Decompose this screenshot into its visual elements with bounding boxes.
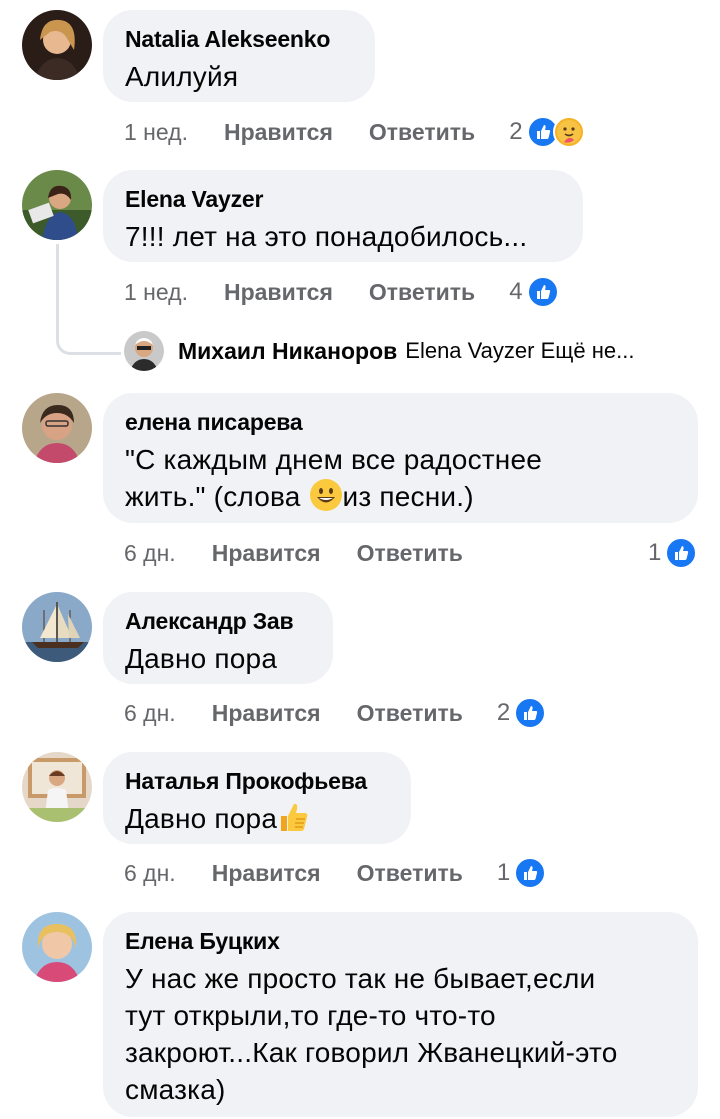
like-button[interactable]: Нравится [212, 540, 321, 567]
reaction-summary[interactable]: 1 [648, 537, 698, 569]
comment-time[interactable]: 6 дн. [124, 540, 176, 567]
reaction-group: 1 [648, 537, 698, 569]
comment-text: Алилуйя [125, 61, 239, 92]
comment-author[interactable]: елена писарева [125, 407, 676, 437]
reaction-count: 2 [496, 699, 511, 726]
reaction-summary[interactable]: 2 [496, 697, 547, 729]
avatar[interactable] [22, 592, 92, 662]
reply-button[interactable]: Ответить [369, 119, 475, 146]
comment-text-part: жить." (слова [125, 481, 309, 512]
comment-bubble: елена писарева "С каждым днем все радост… [103, 393, 698, 523]
comment-time[interactable]: 1 нед. [124, 119, 188, 146]
comment-text: 7!!! лет на это понадобилось... [125, 221, 528, 252]
grinning-emoji-icon [309, 478, 343, 512]
comment-author[interactable]: Александр Зав [125, 606, 311, 636]
avatar[interactable] [22, 10, 92, 80]
comment-actions: 6 дн. Нравится Ответить [124, 538, 463, 568]
reaction-summary[interactable]: 2 [509, 116, 585, 148]
comment-time[interactable]: 1 нед. [124, 279, 188, 306]
like-button[interactable]: Нравится [212, 860, 321, 887]
comment-bubble: Natalia Alekseenko Алилуйя [103, 10, 375, 102]
like-icon [665, 537, 698, 569]
comment-actions: 1 нед. Нравится Ответить 2 [124, 116, 585, 148]
comment-author[interactable]: Elena Vayzer [125, 184, 561, 214]
like-icon [514, 697, 547, 729]
like-button[interactable]: Нравится [224, 119, 333, 146]
comment-author[interactable]: Елена Буцких [125, 926, 676, 956]
reaction-count: 2 [509, 118, 523, 145]
reply-button[interactable]: Ответить [357, 540, 463, 567]
like-button[interactable]: Нравится [224, 279, 333, 306]
avatar[interactable] [22, 170, 92, 240]
comment-text-line: закроют...Как говорил Жванецкий-это [125, 1037, 618, 1068]
thumbs-up-emoji-icon [277, 800, 311, 834]
reply-thread-line [56, 244, 121, 355]
like-icon [526, 276, 559, 308]
reaction-count: 4 [509, 278, 523, 305]
comment-time[interactable]: 6 дн. [124, 860, 176, 887]
like-button[interactable]: Нравится [212, 700, 321, 727]
avatar[interactable] [124, 331, 164, 371]
reaction-summary[interactable]: 4 [509, 276, 559, 308]
comment-bubble: Наталья Прокофьева Давно пора [103, 752, 411, 844]
care-icon [552, 116, 585, 148]
comment-author[interactable]: Natalia Alekseenko [125, 24, 353, 54]
comment-actions: 1 нед. Нравится Ответить 4 [124, 276, 559, 308]
comment-text: Давно пора [125, 800, 389, 837]
avatar[interactable] [22, 393, 92, 463]
avatar[interactable] [22, 752, 92, 822]
reply-text: Elena Vayzer Ещё не... [405, 338, 635, 363]
comment-text: "С каждым днем все радостнее жить." (сло… [125, 441, 676, 515]
reply-button[interactable]: Ответить [369, 279, 475, 306]
reply-author[interactable]: Михаил Никаноров [178, 338, 397, 365]
comment-text-line: тут открыли,то где-то что-то [125, 1000, 496, 1031]
comment-text: Давно пора [125, 643, 278, 674]
comment-bubble: Елена Буцких У нас же просто так не быва… [103, 912, 698, 1117]
comment-text-part: из песни.) [342, 481, 474, 512]
comment-actions: 6 дн. Нравится Ответить 2 [124, 697, 547, 729]
avatar[interactable] [22, 912, 92, 982]
comment-text-line: смазка) [125, 1074, 226, 1105]
comment-text-line: "С каждым днем все радостнее [125, 444, 543, 475]
reply-preview[interactable]: Михаил Никаноров Elena Vayzer Ещё не... [124, 331, 634, 371]
reaction-summary[interactable]: 1 [496, 857, 547, 889]
reaction-count: 1 [496, 859, 511, 886]
comment-text-part: Давно пора [125, 803, 278, 834]
comment-text-line: жить." (слова из песни.) [125, 478, 676, 515]
comment-bubble: Elena Vayzer 7!!! лет на это понадобилос… [103, 170, 583, 262]
comment-time[interactable]: 6 дн. [124, 700, 176, 727]
reply-button[interactable]: Ответить [357, 700, 463, 727]
comment-author[interactable]: Наталья Прокофьева [125, 766, 389, 796]
like-icon [514, 857, 547, 889]
comment-text-line: У нас же просто так не бывает,если [125, 963, 596, 994]
comment-actions: 6 дн. Нравится Ответить 1 [124, 857, 547, 889]
comment-bubble: Александр Зав Давно пора [103, 592, 333, 684]
reply-button[interactable]: Ответить [357, 860, 463, 887]
comment-text: У нас же просто так не бывает,если тут о… [125, 960, 676, 1108]
reaction-count: 1 [648, 539, 662, 566]
